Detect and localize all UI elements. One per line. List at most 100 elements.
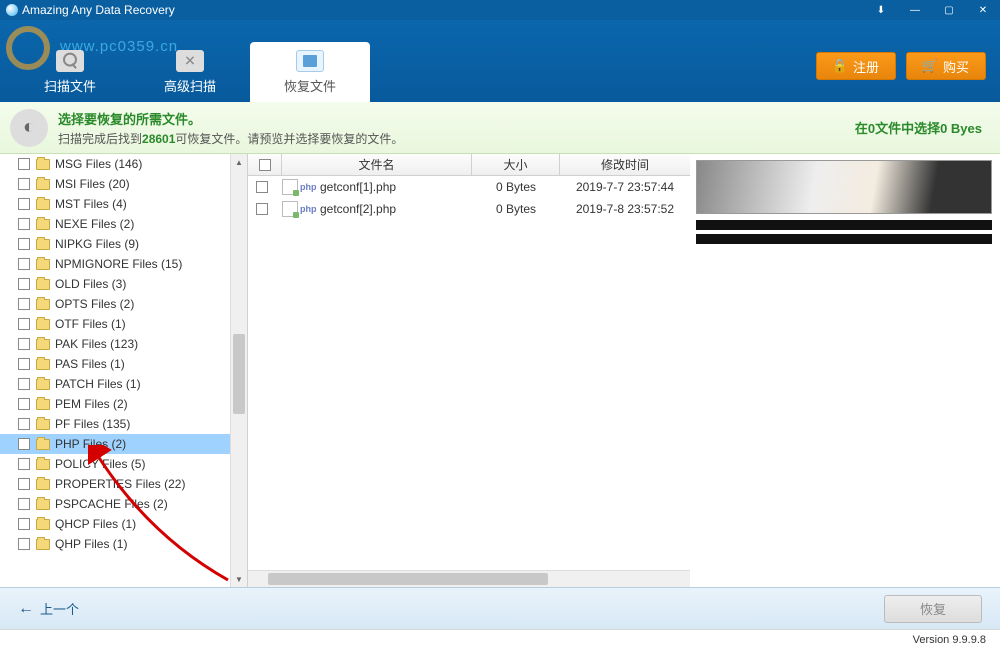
register-label: 注册: [853, 57, 879, 76]
tree-checkbox[interactable]: [18, 378, 30, 390]
app-icon: [6, 4, 18, 16]
file-name: getconf[2].php: [320, 202, 472, 216]
file-row[interactable]: php getconf[2].php0 Bytes2019-7-8 23:57:5…: [248, 198, 690, 220]
file-list-panel: 文件名 大小 修改时间 phpgetconf[1].php0 Bytes2019…: [248, 154, 690, 587]
banner-title: 选择要恢复的所需文件。: [58, 109, 403, 128]
php-badge-icon: php: [300, 204, 316, 214]
folder-icon: [36, 159, 50, 170]
column-size[interactable]: 大小: [472, 154, 560, 175]
scroll-up-icon[interactable]: ▲: [231, 154, 247, 170]
tree-checkbox[interactable]: [18, 198, 30, 210]
file-rows: phpgetconf[1].php0 Bytes2019-7-7 23:57:4…: [248, 176, 690, 570]
tab-scan[interactable]: 扫描文件: [10, 42, 130, 102]
app-title: Amazing Any Data Recovery: [22, 3, 175, 17]
column-date[interactable]: 修改时间: [560, 154, 690, 175]
content-h-thumb[interactable]: [268, 573, 548, 585]
tree-checkbox[interactable]: [18, 458, 30, 470]
register-button[interactable]: 🔒 注册: [816, 52, 896, 80]
file-type-tree: MSG Files (146) MSI Files (20)MST Files (…: [0, 154, 248, 587]
folder-icon: [36, 219, 50, 230]
tree-item[interactable]: QHCP Files (1): [0, 514, 247, 534]
file-icon: [282, 201, 298, 217]
tree-checkbox[interactable]: [18, 158, 30, 170]
tree-checkbox[interactable]: [18, 498, 30, 510]
tab-advanced[interactable]: 高级扫描: [130, 42, 250, 102]
tree-checkbox[interactable]: [18, 178, 30, 190]
tree-checkbox[interactable]: [18, 298, 30, 310]
folder-icon: [36, 459, 50, 470]
tree-item[interactable]: OPTS Files (2): [0, 294, 247, 314]
tree-item[interactable]: PAK Files (123): [0, 334, 247, 354]
tree-item-label: NEXE Files (2): [55, 217, 134, 231]
tree-checkbox[interactable]: [18, 358, 30, 370]
tree-item[interactable]: PF Files (135): [0, 414, 247, 434]
file-icon: [282, 179, 298, 195]
download-icon[interactable]: ⬇: [864, 0, 898, 20]
tree-item[interactable]: POLICY Files (5): [0, 454, 247, 474]
folder-icon: [36, 199, 50, 210]
tree-item[interactable]: NEXE Files (2): [0, 214, 247, 234]
tree-item[interactable]: NIPKG Files (9): [0, 234, 247, 254]
version-label: Version 9.9.9.8: [913, 634, 986, 646]
tree-checkbox[interactable]: [18, 398, 30, 410]
tree-checkbox[interactable]: [18, 538, 30, 550]
tree-item[interactable]: OTF Files (1): [0, 314, 247, 334]
close-button[interactable]: ✕: [966, 0, 1000, 20]
back-button[interactable]: ← 上一个: [18, 599, 79, 618]
tab-scan-label: 扫描文件: [44, 76, 96, 95]
tree-item[interactable]: NPMIGNORE Files (15): [0, 254, 247, 274]
tree-checkbox[interactable]: [18, 518, 30, 530]
tree-item[interactable]: QHP Files (1): [0, 534, 247, 554]
tree-item-label: OTF Files (1): [55, 317, 126, 331]
row-checkbox[interactable]: [256, 181, 268, 193]
tree-checkbox[interactable]: [18, 338, 30, 350]
file-size: 0 Bytes: [472, 202, 560, 216]
window-controls: ⬇ — ▢ ✕: [864, 0, 1000, 20]
content-h-scrollbar[interactable]: [248, 570, 690, 587]
folder-icon: [36, 279, 50, 290]
tree-checkbox[interactable]: [18, 238, 30, 250]
file-date: 2019-7-8 23:57:52: [560, 202, 690, 216]
file-date: 2019-7-7 23:57:44: [560, 180, 690, 194]
tree-checkbox[interactable]: [18, 418, 30, 430]
tree-checkbox[interactable]: [18, 278, 30, 290]
tab-recover[interactable]: 恢复文件: [250, 42, 370, 102]
tree-checkbox[interactable]: [18, 218, 30, 230]
folder-icon: [36, 519, 50, 530]
tree-item[interactable]: PATCH Files (1): [0, 374, 247, 394]
lock-icon: 🔒: [833, 59, 847, 73]
tree-item[interactable]: OLD Files (3): [0, 274, 247, 294]
tree-item[interactable]: MSG Files (146): [0, 154, 247, 174]
tree-checkbox[interactable]: [18, 258, 30, 270]
tree-item[interactable]: PAS Files (1): [0, 354, 247, 374]
select-all-checkbox[interactable]: [248, 154, 282, 175]
file-row[interactable]: phpgetconf[1].php0 Bytes2019-7-7 23:57:4…: [248, 176, 690, 198]
folder-icon: [36, 399, 50, 410]
folder-icon: [36, 319, 50, 330]
minimize-button[interactable]: —: [898, 0, 932, 20]
sidebar-scroll-thumb[interactable]: [233, 334, 245, 414]
php-badge-icon: php: [300, 182, 316, 192]
tree-item[interactable]: PEM Files (2): [0, 394, 247, 414]
tree-item[interactable]: MSI Files (20): [0, 174, 247, 194]
scroll-down-icon[interactable]: ▼: [231, 571, 247, 587]
maximize-button[interactable]: ▢: [932, 0, 966, 20]
tree-item[interactable]: PROPERTIES Files (22): [0, 474, 247, 494]
tree-item-label: MSG Files (146): [55, 157, 142, 171]
tree-checkbox[interactable]: [18, 438, 30, 450]
tree-checkbox[interactable]: [18, 318, 30, 330]
folder-icon: [36, 259, 50, 270]
sidebar-scrollbar[interactable]: ▲ ▼: [230, 154, 247, 587]
tree-item[interactable]: PSPCACHE Files (2): [0, 494, 247, 514]
tree-item[interactable]: PHP Files (2): [0, 434, 247, 454]
tab-recover-label: 恢复文件: [284, 76, 336, 95]
buy-button[interactable]: 🛒 购买: [906, 52, 986, 80]
recover-button-label: 恢复: [920, 599, 946, 618]
recover-button[interactable]: 恢复: [884, 595, 982, 623]
row-checkbox[interactable]: [256, 203, 268, 215]
tree-item-label: NIPKG Files (9): [55, 237, 139, 251]
tree-item-label: OPTS Files (2): [55, 297, 134, 311]
tree-item[interactable]: MST Files (4): [0, 194, 247, 214]
column-name[interactable]: 文件名: [282, 154, 472, 175]
tree-checkbox[interactable]: [18, 478, 30, 490]
